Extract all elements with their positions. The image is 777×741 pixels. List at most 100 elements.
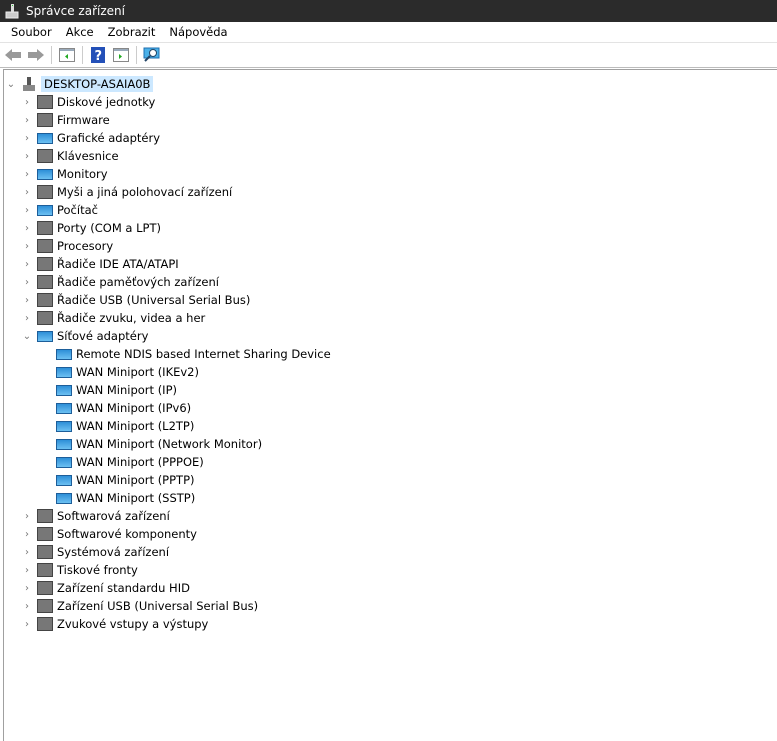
network-adapter-icon [56,366,72,378]
network-adapter-icon [56,456,72,468]
chevron-right-icon[interactable]: › [20,169,34,180]
tree-category[interactable]: › Monitory [4,165,777,183]
monitor-icon [37,168,53,180]
computer-name: DESKTOP-ASAIA0B [41,76,154,92]
tree-category[interactable]: › Procesory [4,237,777,255]
tree-root[interactable]: ⌄ DESKTOP-ASAIA0B [4,75,777,93]
menu-zobrazit[interactable]: Zobrazit [101,25,163,39]
computer-icon [37,204,53,216]
tree-category-label: Síťové adaptéry [57,329,149,343]
disk-icon [37,95,53,109]
chevron-right-icon[interactable]: › [20,115,34,126]
tree-category[interactable]: › Softwarové komponenty [4,525,777,543]
menu-soubor[interactable]: Soubor [4,25,59,39]
chevron-right-icon[interactable]: › [20,205,34,216]
device-label: WAN Miniport (IKEv2) [76,365,199,379]
back-button[interactable] [3,45,23,65]
chevron-right-icon[interactable]: › [20,565,34,576]
chevron-right-icon[interactable]: › [20,259,34,270]
menu-akce[interactable]: Akce [59,25,101,39]
chevron-down-icon[interactable]: ⌄ [20,331,34,342]
chevron-right-icon[interactable]: › [20,277,34,288]
title-bar: Správce zařízení [0,0,777,22]
tree-category-label: Zařízení standardu HID [57,581,190,595]
device-tree[interactable]: ⌄ DESKTOP-ASAIA0B › Diskové jednotky › Firm… [3,69,777,741]
tree-category[interactable]: › Počítač [4,201,777,219]
chevron-right-icon[interactable]: › [20,151,34,162]
software-device-icon [37,509,53,523]
action-pane-button[interactable] [111,45,131,65]
usb-icon [37,599,53,613]
printer-icon [37,563,53,577]
chevron-right-icon[interactable]: › [20,547,34,558]
tree-device[interactable]: WAN Miniport (PPTP) [4,471,777,489]
tree-device[interactable]: WAN Miniport (IPv6) [4,399,777,417]
chevron-right-icon[interactable]: › [20,187,34,198]
tree-category-label: Klávesnice [57,149,119,163]
chevron-right-icon[interactable]: › [20,619,34,630]
tree-category[interactable]: › Softwarová zařízení [4,507,777,525]
tree-device[interactable]: Remote NDIS based Internet Sharing Devic… [4,345,777,363]
network-adapter-icon [56,438,72,450]
chevron-right-icon[interactable]: › [20,97,34,108]
ide-controller-icon [37,257,53,271]
tree-category[interactable]: › Tiskové fronty [4,561,777,579]
chevron-right-icon[interactable]: › [20,313,34,324]
tree-category[interactable]: › Klávesnice [4,147,777,165]
tree-category[interactable]: › Řadiče USB (Universal Serial Bus) [4,291,777,309]
tree-device[interactable]: WAN Miniport (PPPOE) [4,453,777,471]
tree-category-label: Grafické adaptéry [57,131,161,145]
device-label: WAN Miniport (PPPOE) [76,455,204,469]
separator [82,46,83,64]
mouse-icon [37,185,53,199]
tree-device[interactable]: WAN Miniport (Network Monitor) [4,435,777,453]
tree-category[interactable]: › Zvukové vstupy a výstupy [4,615,777,633]
tree-category-network-adapters[interactable]: ⌄ Síťové adaptéry [4,327,777,345]
help-button[interactable]: ? [88,45,108,65]
chevron-right-icon[interactable]: › [20,295,34,306]
scan-hardware-changes-button[interactable] [142,45,162,65]
tree-category-label: Řadiče IDE ATA/ATAPI [57,257,179,271]
chevron-right-icon[interactable]: › [20,529,34,540]
chevron-right-icon[interactable]: › [20,583,34,594]
tree-category[interactable]: › Řadiče paměťových zařízení [4,273,777,291]
tree-category[interactable]: › Zařízení USB (Universal Serial Bus) [4,597,777,615]
forward-button[interactable] [26,45,46,65]
tree-category[interactable]: › Porty (COM a LPT) [4,219,777,237]
menu-napoveda[interactable]: Nápověda [162,25,234,39]
chevron-right-icon[interactable]: › [20,133,34,144]
tree-category[interactable]: › Myši a jiná polohovací zařízení [4,183,777,201]
tree-device[interactable]: WAN Miniport (L2TP) [4,417,777,435]
tree-category-label: Softwarové komponenty [57,527,197,541]
chevron-right-icon[interactable]: › [20,241,34,252]
network-adapter-icon [56,474,72,486]
tree-category[interactable]: › Grafické adaptéry [4,129,777,147]
network-adapter-icon [56,384,72,396]
port-icon [37,221,53,235]
tree-category[interactable]: › Řadiče zvuku, videa a her [4,309,777,327]
chevron-right-icon[interactable]: › [20,601,34,612]
separator [136,46,137,64]
computer-root-icon [21,77,37,91]
tree-category[interactable]: › Systémová zařízení [4,543,777,561]
chevron-right-icon[interactable]: › [20,223,34,234]
tree-category-label: Diskové jednotky [57,95,156,109]
tree-device[interactable]: WAN Miniport (SSTP) [4,489,777,507]
chevron-down-icon[interactable]: ⌄ [4,79,18,90]
network-adapter-icon [56,492,72,504]
tree-category-label: Systémová zařízení [57,545,170,559]
network-adapter-icon [56,402,72,414]
tree-device[interactable]: WAN Miniport (IKEv2) [4,363,777,381]
tree-category[interactable]: › Diskové jednotky [4,93,777,111]
tree-category[interactable]: › Řadiče IDE ATA/ATAPI [4,255,777,273]
tree-category-label: Softwarová zařízení [57,509,170,523]
speaker-icon [37,311,53,325]
tree-category[interactable]: › Zařízení standardu HID [4,579,777,597]
show-hide-console-tree-button[interactable] [57,45,77,65]
window-title: Správce zařízení [26,4,125,18]
tree-device[interactable]: WAN Miniport (IP) [4,381,777,399]
tree-category-label: Zařízení USB (Universal Serial Bus) [57,599,259,613]
system-device-icon [37,545,53,559]
chevron-right-icon[interactable]: › [20,511,34,522]
tree-category[interactable]: › Firmware [4,111,777,129]
